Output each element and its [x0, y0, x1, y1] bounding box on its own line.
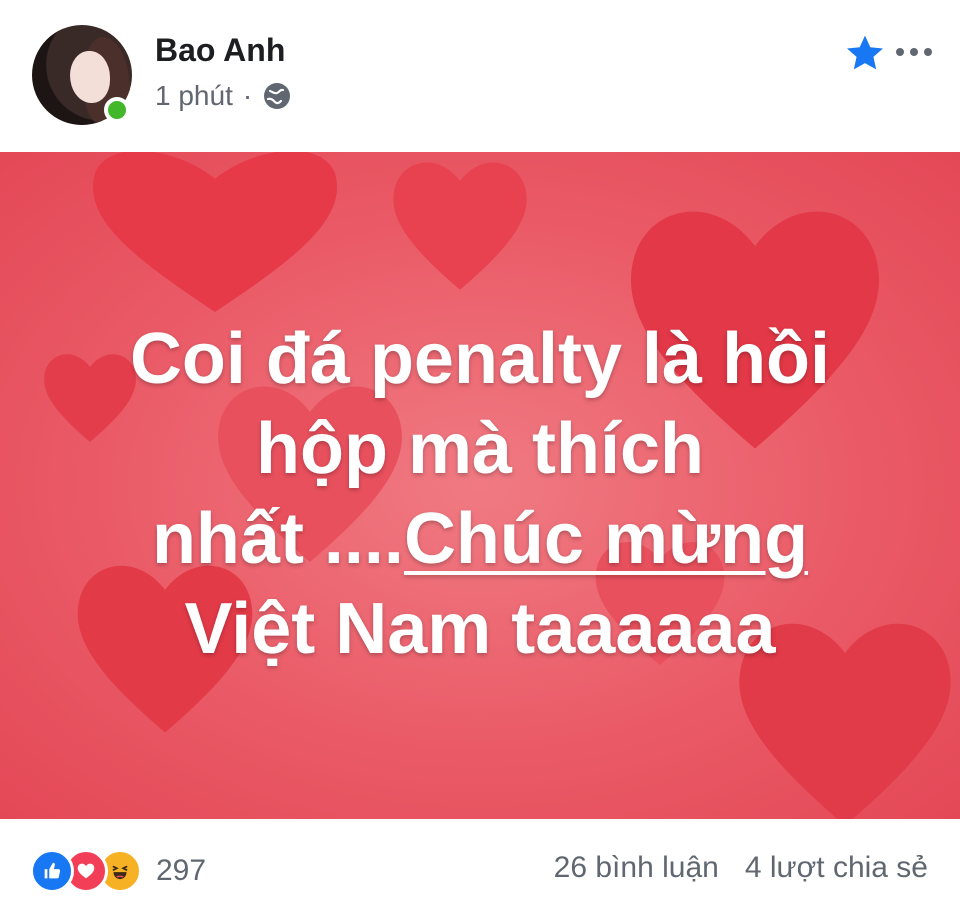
more-icon[interactable]: [896, 40, 936, 64]
post-text: Coi đá penalty là hồi hộp mà thích nhất …: [0, 314, 960, 674]
post-image[interactable]: Coi đá penalty là hồi hộp mà thích nhất …: [0, 152, 960, 819]
globe-icon[interactable]: [262, 81, 292, 111]
like-icon: [30, 849, 74, 893]
shares-count[interactable]: 4 lượt chia sẻ: [745, 851, 928, 885]
avatar[interactable]: [32, 25, 132, 125]
post-text-line: nhất ....Chúc mừng: [0, 494, 960, 584]
heart-decoration: [80, 152, 350, 312]
post-footer: 297 26 bình luận 4 lượt chia sẻ: [0, 819, 960, 907]
post-text-line: Coi đá penalty là hồi: [129, 319, 831, 399]
post-text-line: Việt Nam taaaaaa: [184, 589, 776, 669]
post-meta: 1 phút ·: [155, 80, 292, 112]
post-stats: 26 bình luận 4 lượt chia sẻ: [554, 851, 928, 885]
reactions-summary[interactable]: 297: [30, 849, 206, 893]
post-text-link[interactable]: Chúc mừng: [404, 499, 808, 579]
star-icon[interactable]: [843, 32, 887, 74]
post-text-segment: nhất ....: [151, 499, 404, 579]
author-name[interactable]: Bao Anh: [155, 32, 285, 69]
post-header: Bao Anh 1 phút ·: [0, 0, 960, 152]
post-time[interactable]: 1 phút: [155, 80, 233, 112]
meta-separator: ·: [242, 80, 253, 111]
heart-decoration: [385, 152, 535, 297]
post-text-line: hộp mà thích: [256, 409, 704, 489]
comments-count[interactable]: 26 bình luận: [554, 851, 719, 885]
reaction-count[interactable]: 297: [156, 854, 206, 888]
online-status-indicator: [104, 97, 130, 123]
